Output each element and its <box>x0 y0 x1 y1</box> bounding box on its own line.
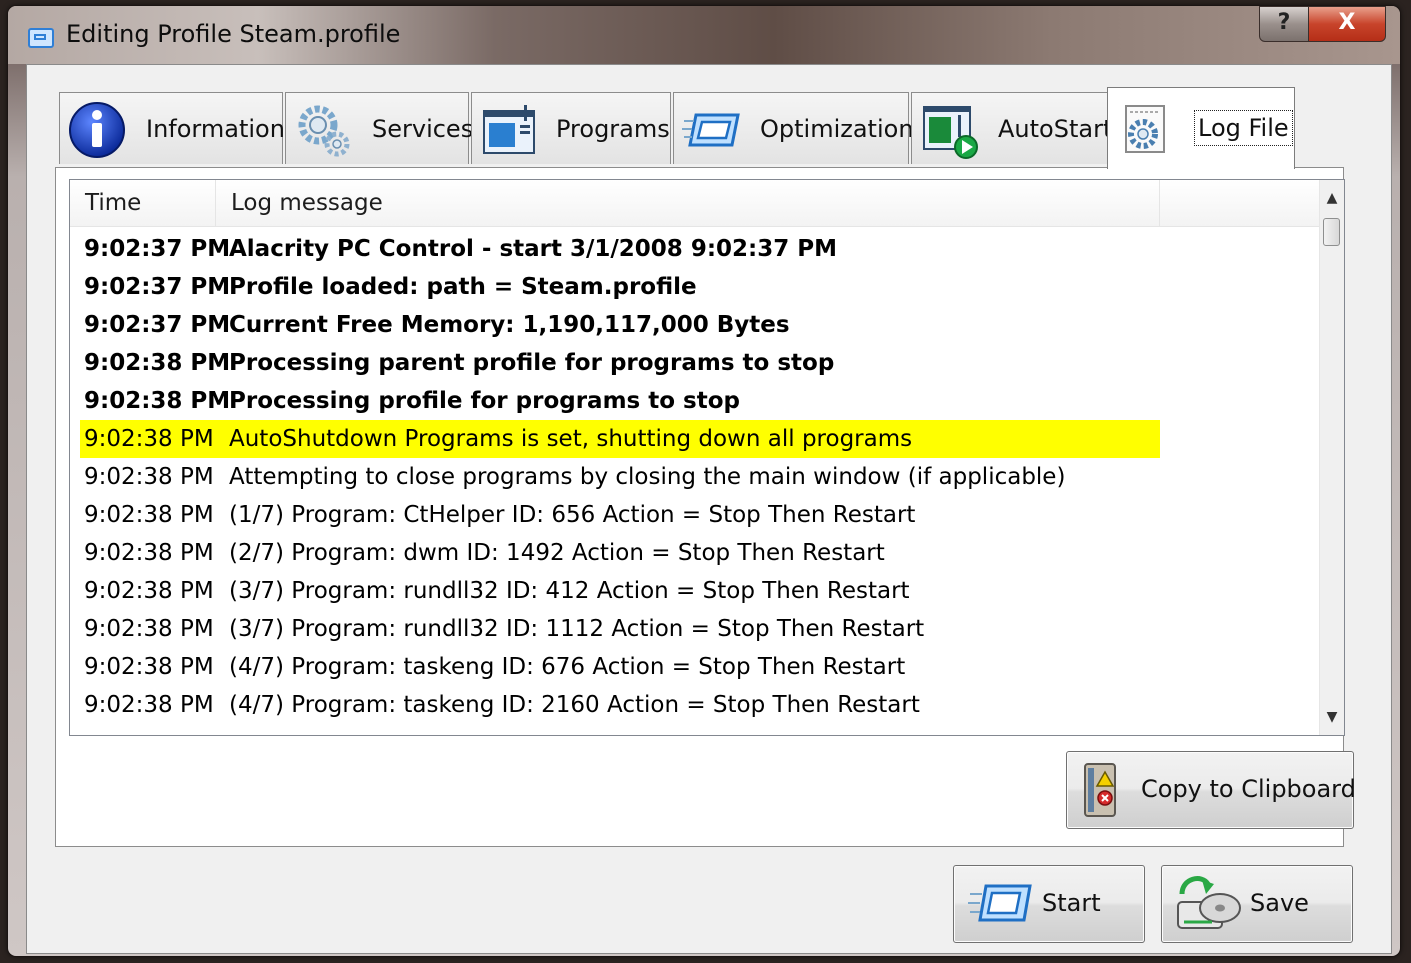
tab-autostart[interactable]: AutoStart <box>911 92 1113 164</box>
log-row-time: 9:02:38 PM <box>84 350 231 376</box>
log-row-message: (1/7) Program: CtHelper ID: 656 Action =… <box>229 502 916 528</box>
tab-programs[interactable]: Programs <box>471 92 671 164</box>
column-header-log-message[interactable]: Log message <box>216 180 1160 226</box>
window-title: Editing Profile Steam.profile <box>66 20 401 48</box>
log-row-message: (4/7) Program: taskeng ID: 676 Action = … <box>229 654 906 680</box>
log-row-time: 9:02:38 PM <box>84 616 214 642</box>
window-frame: Editing Profile Steam.profile ? X Inform… <box>8 6 1400 956</box>
programs-window-icon <box>483 105 535 154</box>
log-row[interactable]: 9:02:38 PM Processing parent profile for … <box>80 344 1160 382</box>
log-row[interactable]: 9:02:38 PM (4/7) Program: taskeng ID: 216… <box>80 686 1160 724</box>
info-icon <box>69 102 125 158</box>
log-row[interactable]: 9:02:37 PM Current Free Memory: 1,190,117… <box>80 306 1160 344</box>
log-row[interactable]: 9:02:38 PM (1/7) Program: CtHelper ID: 65… <box>80 496 1160 534</box>
log-row-message: Processing parent profile for programs t… <box>229 350 835 376</box>
log-row[interactable]: 9:02:38 PM (4/7) Program: taskeng ID: 676… <box>80 648 1160 686</box>
vertical-scrollbar[interactable]: ▲ ▼ <box>1319 180 1344 735</box>
log-row-message: Attempting to close programs by closing … <box>229 464 1066 490</box>
close-button[interactable]: X <box>1308 6 1386 42</box>
scroll-up-arrow-icon[interactable]: ▲ <box>1320 186 1344 210</box>
save-label: Save <box>1250 889 1309 917</box>
tab-programs-label: Programs <box>556 115 670 143</box>
log-row-message: Alacrity PC Control - start 3/1/2008 9:0… <box>229 236 837 262</box>
log-row-message: (3/7) Program: rundll32 ID: 412 Action =… <box>229 578 910 604</box>
log-row-time: 9:02:37 PM <box>84 274 231 300</box>
copy-to-clipboard-button[interactable]: Copy to Clipboard <box>1066 751 1356 829</box>
tab-services[interactable]: Services <box>285 92 473 164</box>
save-disk-icon <box>1177 876 1241 929</box>
log-row-time: 9:02:38 PM <box>84 426 214 452</box>
copy-to-clipboard-label: Copy to Clipboard <box>1141 775 1356 803</box>
start-optimization-icon <box>968 884 1032 922</box>
scroll-down-arrow-icon[interactable]: ▼ <box>1320 705 1344 729</box>
tab-panel-log-file: Time Log message 9:02:37 PM Alacrity PC C… <box>55 167 1356 847</box>
tab-log-file-label: Log File <box>1194 110 1293 146</box>
log-row-time: 9:02:37 PM <box>84 312 231 338</box>
tab-information-label: Information <box>146 115 285 143</box>
log-row-message: Processing profile for programs to stop <box>229 388 740 414</box>
tab-services-label: Services <box>372 115 474 143</box>
tab-information[interactable]: Information <box>59 92 285 164</box>
start-button[interactable]: Start <box>953 865 1145 943</box>
optimization-icon <box>682 113 740 147</box>
log-list-header: Time Log message <box>70 180 1322 227</box>
tab-optimization[interactable]: Optimization <box>673 92 914 164</box>
log-row[interactable]: 9:02:38 PM Processing profile for program… <box>80 382 1160 420</box>
scrollbar-thumb[interactable] <box>1323 218 1340 246</box>
log-row-time: 9:02:38 PM <box>84 654 214 680</box>
tab-autostart-label: AutoStart <box>998 115 1113 143</box>
log-row-message: Current Free Memory: 1,190,117,000 Bytes <box>229 312 790 338</box>
log-row[interactable]: 9:02:38 PM (3/7) Program: rundll32 ID: 41… <box>80 572 1160 610</box>
clipboard-warning-icon <box>1084 763 1116 817</box>
log-row-time: 9:02:38 PM <box>84 540 214 566</box>
autostart-play-icon <box>923 106 978 159</box>
log-row[interactable]: 9:02:38 PM AutoShutdown Programs is set, … <box>80 420 1160 458</box>
tab-log-file[interactable]: Log File <box>1107 87 1295 169</box>
dialog-client-area: Information Services Programs Optimizati… <box>26 64 1392 954</box>
log-row[interactable]: 9:02:38 PM (3/7) Program: rundll32 ID: 11… <box>80 610 1160 648</box>
title-bar[interactable]: Editing Profile Steam.profile ? X <box>8 6 1400 64</box>
help-button[interactable]: ? <box>1259 6 1309 42</box>
log-row-time: 9:02:38 PM <box>84 388 231 414</box>
start-label: Start <box>1042 889 1101 917</box>
log-row-message: (3/7) Program: rundll32 ID: 1112 Action … <box>229 616 925 642</box>
log-row-message: (2/7) Program: dwm ID: 1492 Action = Sto… <box>229 540 885 566</box>
log-list[interactable]: Time Log message 9:02:37 PM Alacrity PC C… <box>69 179 1345 736</box>
log-row-message: (4/7) Program: taskeng ID: 2160 Action =… <box>229 692 920 718</box>
app-icon <box>28 28 54 48</box>
log-row-time: 9:02:38 PM <box>84 578 214 604</box>
log-row[interactable]: 9:02:38 PM Attempting to close programs b… <box>80 458 1160 496</box>
save-button[interactable]: Save <box>1161 865 1353 943</box>
gears-icon <box>298 105 350 157</box>
log-row-time: 9:02:38 PM <box>84 692 214 718</box>
log-row-time: 9:02:38 PM <box>84 464 214 490</box>
log-row[interactable]: 9:02:37 PM Profile loaded: path = Steam.p… <box>80 268 1160 306</box>
column-header-time[interactable]: Time <box>70 180 216 226</box>
log-row-message: Profile loaded: path = Steam.profile <box>229 274 697 300</box>
tab-optimization-label: Optimization <box>760 115 914 143</box>
log-row-message: AutoShutdown Programs is set, shutting d… <box>229 426 913 452</box>
log-file-icon <box>1125 105 1165 153</box>
log-row[interactable]: 9:02:37 PM Alacrity PC Control - start 3/… <box>80 230 1160 268</box>
log-row[interactable]: 9:02:38 PM (2/7) Program: dwm ID: 1492 Ac… <box>80 534 1160 572</box>
log-row-time: 9:02:38 PM <box>84 502 214 528</box>
log-row-time: 9:02:37 PM <box>84 236 231 262</box>
